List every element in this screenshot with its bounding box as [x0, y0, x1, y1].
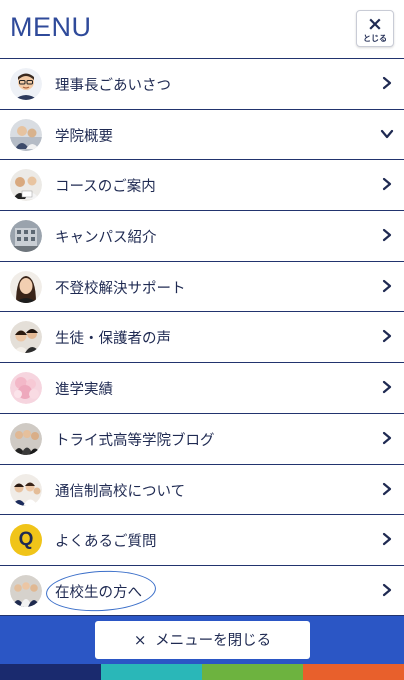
menu-item-label: コースのご案内: [55, 179, 156, 196]
chevron-right-icon: [382, 431, 392, 444]
menu-item-label: 不登校解決サポート: [55, 280, 186, 297]
menu-item-label: 生徒・保護者の声: [55, 331, 171, 348]
chevron-right-icon: [382, 482, 392, 495]
bottom-tab-bar-4[interactable]: [303, 664, 404, 680]
menu-item-label: 進学実績: [55, 382, 113, 399]
menu-item-blog[interactable]: トライ式高等学院ブログ: [0, 412, 404, 464]
courses-photo: [10, 169, 42, 202]
menu-item-label: トライ式高等学院ブログ: [55, 432, 215, 449]
menu-item-campus[interactable]: キャンパス紹介: [0, 210, 404, 261]
menu-item-faq[interactable]: Q よくあるご質問: [0, 514, 404, 565]
blog-photo: [10, 422, 42, 455]
chevron-right-icon: [382, 228, 392, 242]
menu-item-results[interactable]: 進学実績: [0, 362, 404, 413]
menu-item-label: 在校生の方へ: [55, 584, 142, 601]
q-badge-text: Q: [18, 529, 34, 551]
campus-photo: [10, 220, 42, 253]
chevron-down-icon: [380, 129, 394, 138]
correspondence-photo: [10, 473, 42, 506]
chevron-right-icon: [382, 279, 392, 292]
menu-item-overview[interactable]: 学院概要: [0, 108, 404, 160]
q-badge-icon: Q: [10, 524, 42, 557]
menu-list: 理事長ごあいさつ 学院概要 コースのご案内 キャンパス紹介 不登校解決サポート …: [0, 58, 404, 616]
director-avatar: [10, 68, 42, 100]
menu-item-label: よくあるご質問: [55, 534, 157, 551]
menu-item-label: 学院概要: [55, 128, 113, 145]
menu-item-voices[interactable]: 生徒・保護者の声: [0, 311, 404, 363]
support-photo: [10, 270, 42, 303]
close-icon: ×: [367, 13, 383, 35]
close-icon: ×: [133, 631, 147, 649]
students-photo: [10, 574, 42, 607]
chevron-right-icon: [382, 178, 392, 191]
menu-item-courses[interactable]: コースのご案内: [0, 159, 404, 211]
close-menu-label: メニューを閉じる: [155, 633, 272, 649]
chevron-right-icon: [382, 381, 392, 394]
menu-item-greeting[interactable]: 理事長ごあいさつ: [0, 58, 404, 109]
bottom-tab-bar-1[interactable]: [0, 664, 101, 680]
menu-item-label: 通信制高校について: [55, 483, 186, 500]
chevron-right-icon: [382, 330, 392, 343]
menu-item-current-students[interactable]: 在校生の方へ: [0, 564, 404, 616]
chevron-right-icon: [382, 533, 392, 546]
menu-item-label: キャンパス紹介: [55, 230, 157, 247]
bottom-tab-bar-2[interactable]: [101, 664, 202, 680]
menu-item-correspondence[interactable]: 通信制高校について: [0, 463, 404, 515]
close-button[interactable]: × とじる: [356, 10, 394, 47]
menu-item-label: 理事長ごあいさつ: [55, 78, 171, 94]
menu-header: MENU × とじる: [0, 0, 404, 58]
voices-photo: [10, 321, 42, 354]
menu-footer: × メニューを閉じる: [0, 616, 404, 664]
bottom-tab-bar-3[interactable]: [202, 664, 303, 680]
results-photo: [10, 372, 42, 405]
close-button-label: とじる: [363, 34, 387, 43]
chevron-right-icon: [382, 76, 392, 90]
menu-item-support[interactable]: 不登校解決サポート: [0, 260, 404, 312]
close-menu-button[interactable]: × メニューを閉じる: [95, 621, 310, 659]
chevron-right-icon: [382, 583, 392, 596]
overview-photo: [10, 118, 42, 151]
menu-title: MENU: [10, 12, 92, 42]
